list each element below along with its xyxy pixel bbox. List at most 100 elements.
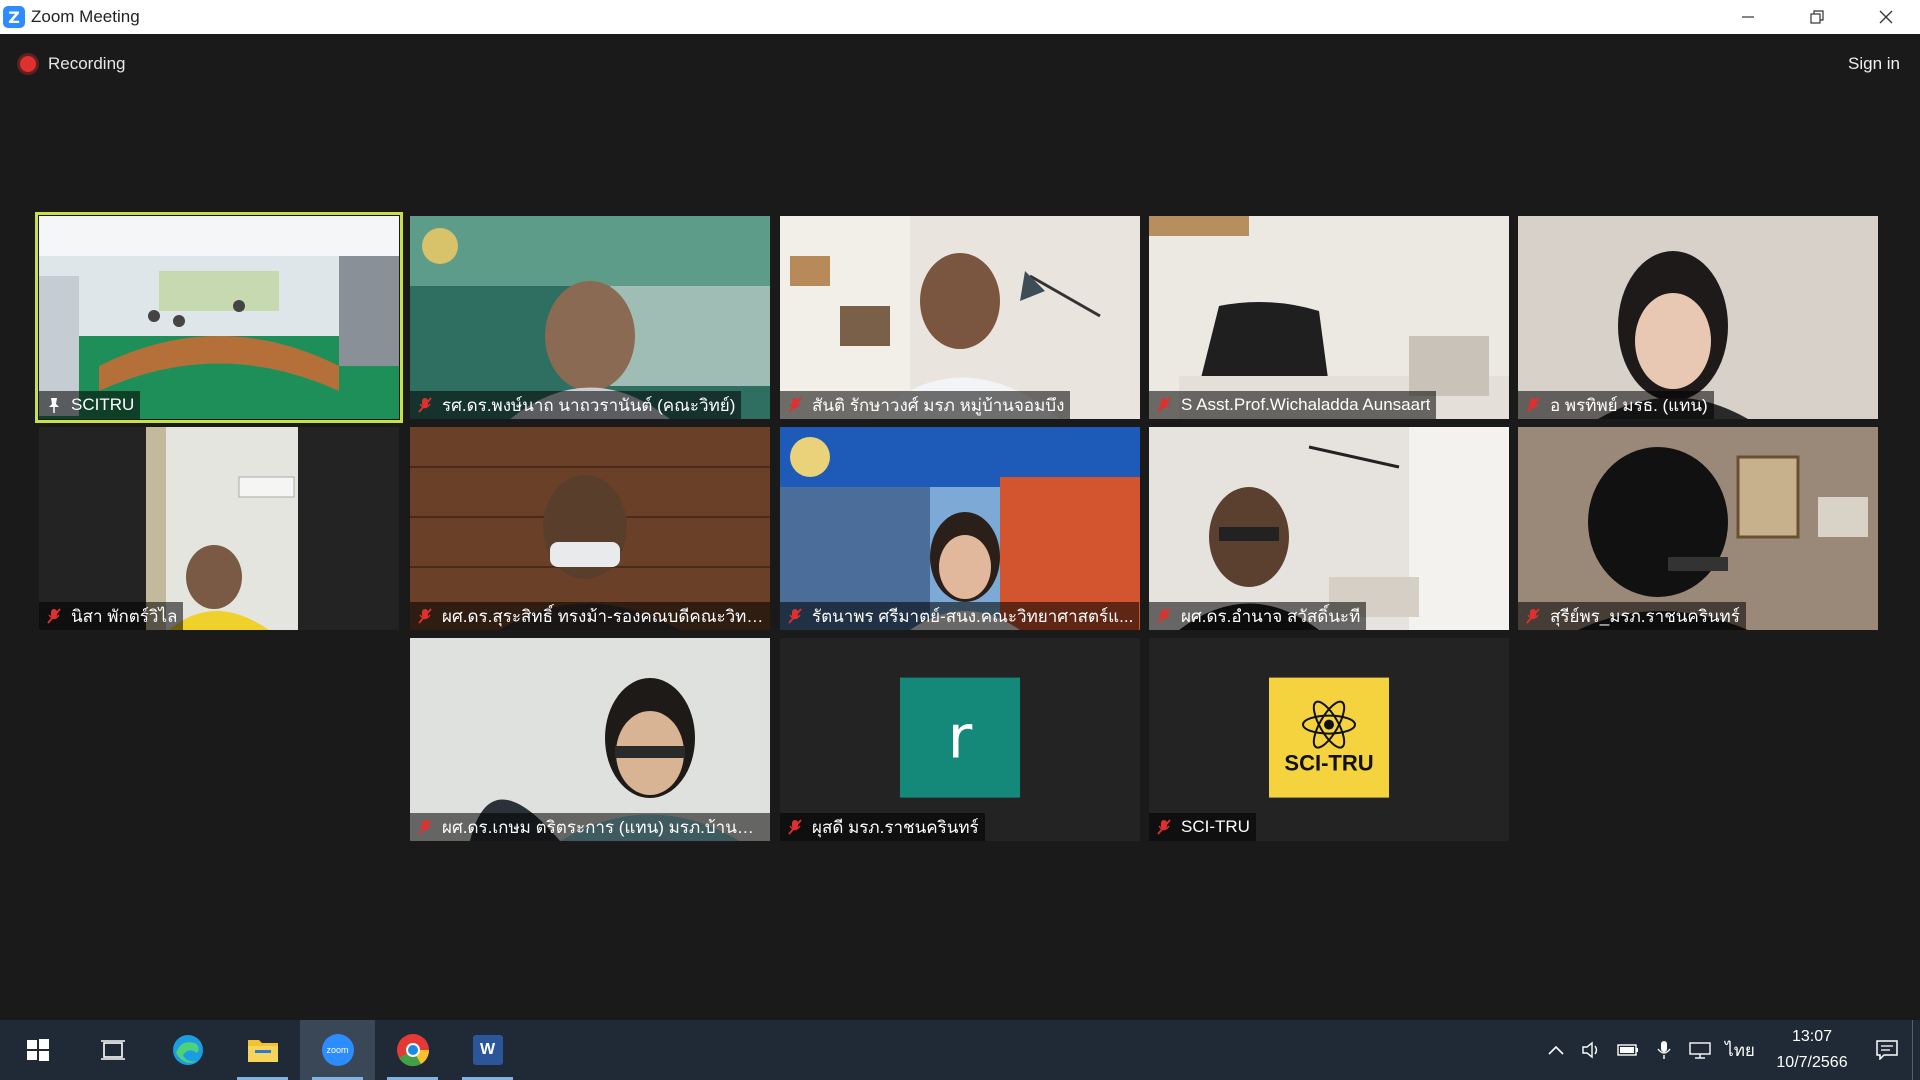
- participant-name: S Asst.Prof.Wichaladda Aunsaart: [1181, 395, 1431, 414]
- muted-mic-icon: [788, 608, 802, 624]
- faculty-building-video: [780, 427, 1140, 630]
- bookshelf-video: [780, 216, 1140, 419]
- muted-mic-icon: [788, 397, 802, 413]
- volume-button[interactable]: [1574, 1020, 1610, 1080]
- recording-indicator[interactable]: Recording: [20, 54, 126, 74]
- participant-name: รัตนาพร ศรีมาตย์-สนง.คณะวิทยาศาสตร์แ...: [812, 606, 1134, 626]
- video-tile-6[interactable]: นิสา พักตร์วิไล: [39, 427, 399, 630]
- sign-in-button[interactable]: Sign in: [1848, 54, 1900, 74]
- participant-namebar: ผุสดี มรภ.ราชนครินทร์: [780, 813, 985, 841]
- chrome-taskbar-button[interactable]: [375, 1020, 450, 1080]
- clock-time: 13:07: [1791, 1028, 1833, 1045]
- video-tile-5[interactable]: อ พรทิพย์ มรธ. (แทน): [1518, 216, 1878, 419]
- input-language-indicator[interactable]: ไทย: [1718, 1037, 1762, 1064]
- windows-taskbar: zoom W ไทย 13:07 10/7/2566: [0, 1020, 1920, 1080]
- avatar-text: SCI-TRU: [1284, 750, 1374, 776]
- person-video: [1518, 216, 1878, 419]
- participant-name: รศ.ดร.พงษ์นาถ นาถวรานันต์ (คณะวิทย์): [442, 395, 736, 415]
- muted-mic-icon: [418, 397, 432, 413]
- participant-namebar: SCITRU: [39, 391, 141, 419]
- microphone-button[interactable]: [1646, 1020, 1682, 1080]
- video-tile-1[interactable]: SCITRU: [35, 212, 403, 423]
- folder-icon: [247, 1040, 278, 1062]
- participant-name: ผศ.ดร.อำนาจ สวัสดิ์นะที: [1181, 606, 1361, 626]
- muted-mic-icon: [47, 608, 61, 624]
- muted-mic-icon: [1526, 608, 1540, 624]
- participant-namebar: S Asst.Prof.Wichaladda Aunsaart: [1149, 391, 1437, 419]
- network-button[interactable]: [1682, 1020, 1718, 1080]
- participant-namebar: ผศ.ดร.สุระสิทธิ์ ทรงม้า-รองคณบดีคณะวิทย์…: [410, 602, 770, 630]
- muted-mic-icon: [1157, 397, 1171, 413]
- person-video: [39, 427, 399, 630]
- taskbar-clock[interactable]: 13:07 10/7/2566: [1762, 1024, 1862, 1076]
- wood-background-video: [410, 427, 770, 630]
- participant-namebar: รศ.ดร.พงษ์นาถ นาถวรานันต์ (คณะวิทย์): [410, 391, 742, 419]
- video-tile-13[interactable]: SCI-TRU SCI-TRU: [1149, 638, 1509, 841]
- notifications-button[interactable]: [1862, 1020, 1912, 1080]
- participant-name: ผุสดี มรภ.ราชนครินทร์: [812, 817, 979, 837]
- participant-name: SCITRU: [71, 395, 135, 414]
- zoom-taskbar-button[interactable]: zoom: [300, 1020, 375, 1080]
- video-tile-12[interactable]: r ผุสดี มรภ.ราชนครินทร์: [780, 638, 1140, 841]
- video-tile-4[interactable]: S Asst.Prof.Wichaladda Aunsaart: [1149, 216, 1509, 419]
- university-background-video: [410, 216, 770, 419]
- video-tile-8[interactable]: รัตนาพร ศรีมาตย์-สนง.คณะวิทยาศาสตร์แ...: [780, 427, 1140, 630]
- microphone-icon: [1657, 1041, 1671, 1059]
- participant-name: SCI-TRU: [1181, 817, 1250, 836]
- battery-button[interactable]: [1610, 1020, 1646, 1080]
- recording-dot-icon: [20, 56, 36, 72]
- edge-taskbar-button[interactable]: [150, 1020, 225, 1080]
- participant-namebar: รัตนาพร ศรีมาตย์-สนง.คณะวิทยาศาสตร์แ...: [780, 602, 1140, 630]
- word-icon: W: [472, 1035, 503, 1065]
- conference-room-video: [39, 216, 399, 419]
- notification-icon: [1876, 1040, 1898, 1060]
- pin-icon: [49, 398, 59, 413]
- chrome-browser-icon: [396, 1034, 429, 1067]
- battery-icon: [1617, 1044, 1638, 1056]
- minimize-icon: [1741, 16, 1754, 18]
- muted-mic-icon: [788, 819, 802, 835]
- participant-namebar: สันติ รักษาวงศ์ มรภ หมู่บ้านจอมบึง: [780, 391, 1071, 419]
- participant-name: สุรีย์พร_มรภ.ราชนครินทร์: [1550, 606, 1740, 626]
- video-tile-9[interactable]: ผศ.ดร.อำนาจ สวัสดิ์นะที: [1149, 427, 1509, 630]
- show-desktop-button[interactable]: [1912, 1020, 1920, 1080]
- participant-name: สันติ รักษาวงศ์ มรภ หมู่บ้านจอมบึง: [812, 395, 1065, 415]
- minimize-button[interactable]: [1713, 0, 1782, 34]
- participant-avatar: SCI-TRU: [1269, 677, 1389, 798]
- participant-namebar: อ พรทิพย์ มรธ. (แทน): [1518, 391, 1714, 419]
- participant-avatar: r: [900, 677, 1020, 798]
- video-tile-11[interactable]: ผศ.ดร.เกษม ตริตระการ (แทน) มรภ.บ้านสม...: [410, 638, 770, 841]
- participant-namebar: สุรีย์พร_มรภ.ราชนครินทร์: [1518, 602, 1746, 630]
- muted-mic-icon: [1526, 397, 1540, 413]
- video-tile-2[interactable]: รศ.ดร.พงษ์นาถ นาถวรานันต์ (คณะวิทย์): [410, 216, 770, 419]
- video-tile-7[interactable]: ผศ.ดร.สุระสิทธิ์ ทรงม้า-รองคณบดีคณะวิทย์…: [410, 427, 770, 630]
- person-video: [410, 638, 770, 841]
- show-hidden-icons-button[interactable]: [1538, 1020, 1574, 1080]
- participant-name: ผศ.ดร.สุระสิทธิ์ ทรงม้า-รองคณบดีคณะวิทย์…: [442, 606, 764, 626]
- chevron-up-icon: [1548, 1045, 1564, 1055]
- windows-logo-icon: [26, 1039, 49, 1061]
- network-icon: [1689, 1042, 1711, 1059]
- restore-icon: [1809, 10, 1824, 24]
- participant-namebar: ผศ.ดร.อำนาจ สวัสดิ์นะที: [1149, 602, 1367, 630]
- task-view-button[interactable]: [75, 1020, 150, 1080]
- speaker-icon: [1582, 1041, 1598, 1059]
- restore-button[interactable]: [1782, 0, 1851, 34]
- start-button[interactable]: [0, 1020, 75, 1080]
- atom-logo-icon: [1302, 700, 1356, 749]
- muted-mic-icon: [1157, 819, 1171, 835]
- window-title: Zoom Meeting: [31, 7, 140, 26]
- participant-name: อ พรทิพย์ มรธ. (แทน): [1550, 395, 1708, 415]
- close-icon: [1879, 10, 1892, 24]
- participant-name: นิสา พักตร์วิไล: [71, 606, 178, 626]
- file-explorer-taskbar-button[interactable]: [225, 1020, 300, 1080]
- video-tile-10[interactable]: สุรีย์พร_มรภ.ราชนครินทร์: [1518, 427, 1878, 630]
- participant-namebar: ผศ.ดร.เกษม ตริตระการ (แทน) มรภ.บ้านสม...: [410, 813, 770, 841]
- video-tile-3[interactable]: สันติ รักษาวงศ์ มรภ หมู่บ้านจอมบึง: [780, 216, 1140, 419]
- close-button[interactable]: [1851, 0, 1920, 34]
- window-titlebar: Z Zoom Meeting: [0, 0, 1920, 34]
- system-tray: ไทย 13:07 10/7/2566: [1538, 1020, 1920, 1080]
- zoom-icon: zoom: [321, 1034, 354, 1066]
- edge-browser-icon: [172, 1035, 203, 1065]
- word-taskbar-button[interactable]: W: [450, 1020, 525, 1080]
